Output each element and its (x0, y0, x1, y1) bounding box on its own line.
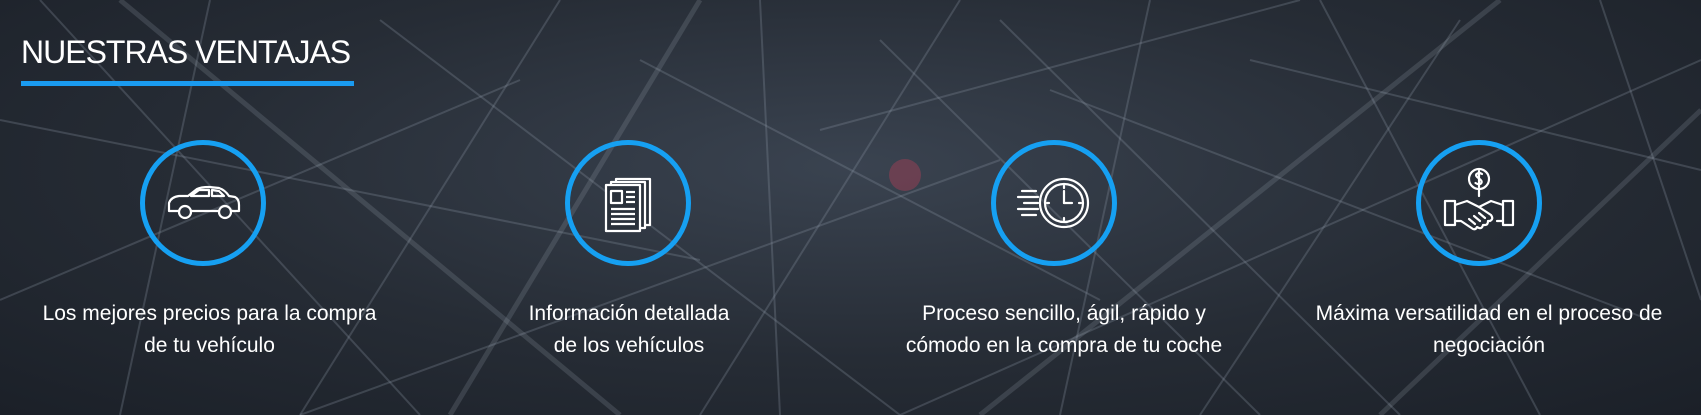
title-underline (21, 81, 354, 86)
feature-caption: Información detallada de los vehículos (517, 298, 741, 362)
feature-caption: Proceso sencillo, ágil, rápido y cómodo … (886, 298, 1242, 362)
advantages-banner: NUESTRAS VENTAJAS Los mejores precios pa… (0, 0, 1701, 415)
icon-ring (991, 140, 1117, 266)
icon-ring (1416, 140, 1542, 266)
feature-caption: Máxima versatilidad en el proceso de neg… (1299, 298, 1679, 362)
handshake-dollar-icon (1443, 167, 1515, 231)
caption-line-2: de los vehículos (553, 334, 705, 357)
fast-clock-icon (1016, 177, 1090, 229)
newspaper-icon (604, 177, 652, 233)
section-title: NUESTRAS VENTAJAS (21, 34, 351, 70)
caption-line-1: Proceso sencillo, ágil, rápido y (922, 302, 1206, 325)
caption-line-2: negociación (1432, 334, 1546, 357)
caption-line-1: Los mejores precios para la compra (42, 302, 377, 325)
feature-caption: Los mejores precios para la compra de tu… (27, 298, 392, 362)
icon-ring (565, 140, 691, 266)
caption-line-2: cómodo en la compra de tu coche (905, 334, 1223, 357)
car-icon (167, 185, 241, 220)
icon-ring (140, 140, 266, 266)
caption-line-1: Máxima versatilidad en el proceso de (1315, 302, 1663, 325)
caption-line-2: de tu vehículo (144, 334, 275, 357)
caption-line-1: Información detallada (528, 302, 730, 325)
